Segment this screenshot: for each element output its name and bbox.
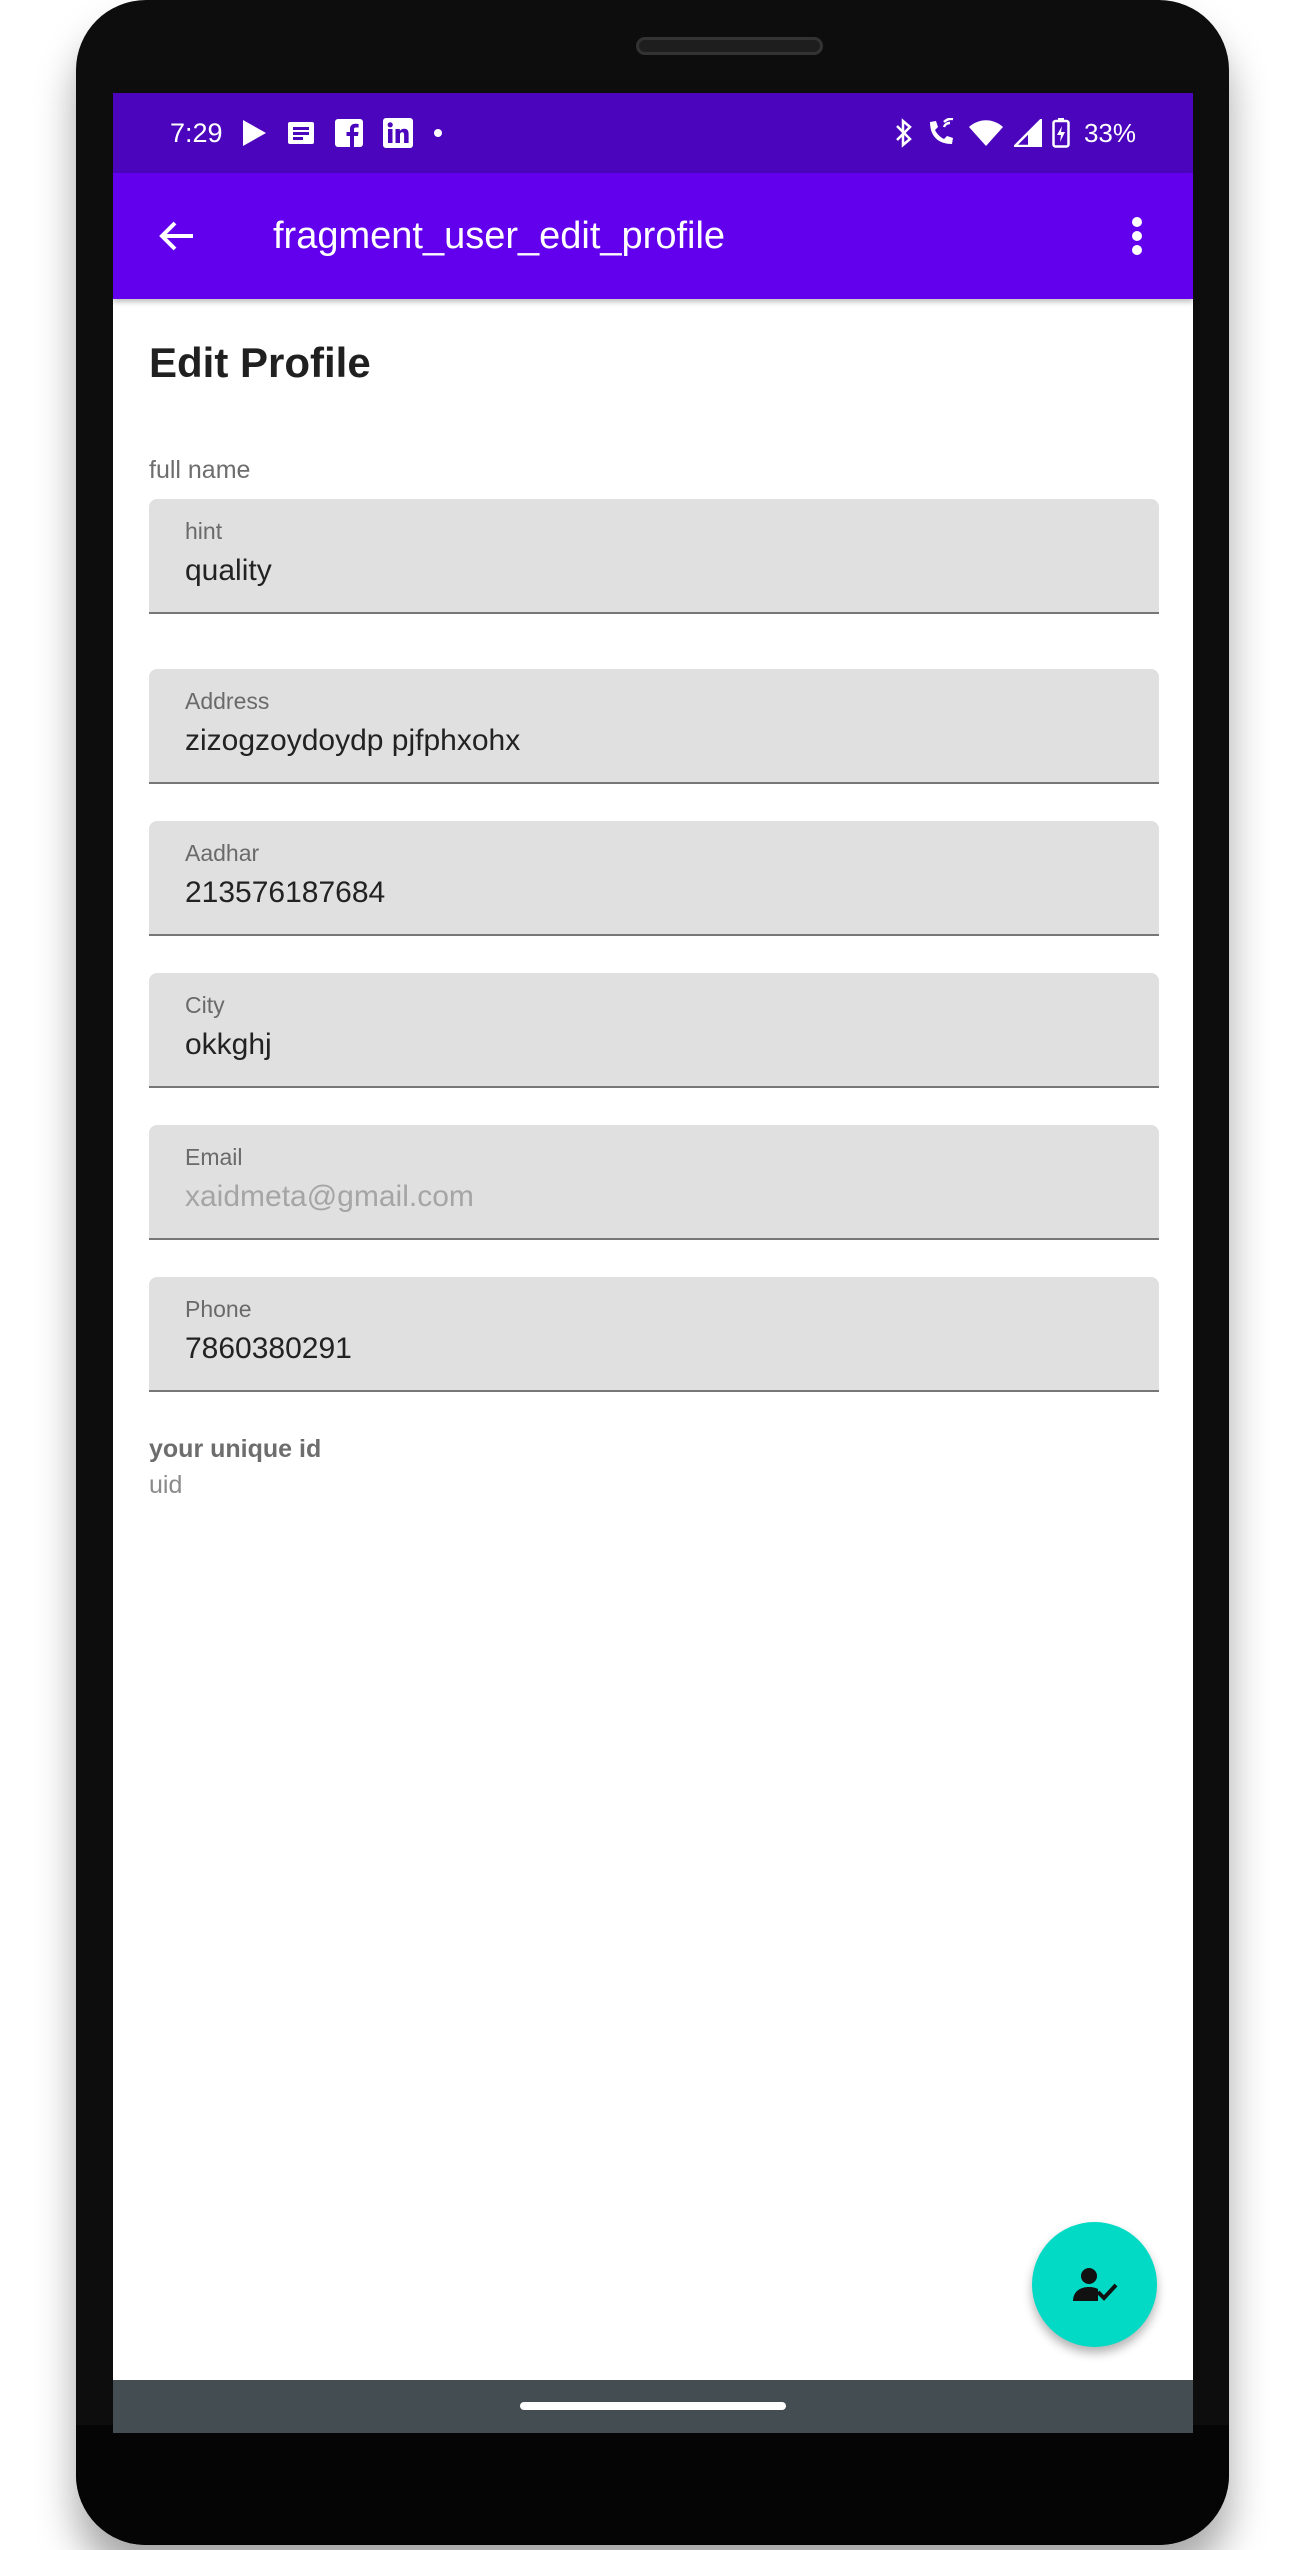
back-button[interactable] <box>145 204 209 268</box>
notification-icons <box>241 93 443 173</box>
system-status-icons: 33% <box>892 93 1136 173</box>
uid-caption: your unique id <box>149 1435 322 1463</box>
phone-frame: 7:29 33% fragment_user_edit_profile Edit… <box>76 0 1229 2545</box>
more-vert-icon <box>1132 217 1142 255</box>
battery-percent: 33% <box>1083 117 1136 148</box>
city-field[interactable]: City okkghj <box>149 973 1159 1088</box>
field-value: 213576187684 <box>185 876 386 909</box>
aadhar-field[interactable]: Aadhar 213576187684 <box>149 821 1159 936</box>
bluetooth-icon <box>892 118 916 148</box>
wifi-calling-icon <box>926 118 958 148</box>
overflow-menu-button[interactable] <box>1105 204 1169 268</box>
full-name-field[interactable]: hint quality <box>149 499 1159 614</box>
status-bar: 7:29 33% <box>113 93 1193 173</box>
field-value: 7860380291 <box>185 1332 352 1365</box>
full-name-caption: full name <box>149 456 251 484</box>
field-label: Aadhar <box>185 840 260 866</box>
field-label: hint <box>185 518 223 544</box>
field-value: quality <box>185 554 272 587</box>
navigation-bar <box>113 2380 1193 2433</box>
arrow-back-icon <box>159 221 193 251</box>
linkedin-icon <box>383 118 413 148</box>
field-label: Phone <box>185 1296 252 1322</box>
phone-field[interactable]: Phone 7860380291 <box>149 1277 1159 1392</box>
save-profile-fab[interactable] <box>1032 2222 1157 2347</box>
battery-charging-icon <box>1052 118 1070 148</box>
email-field[interactable]: Email xaidmeta@gmail.com <box>149 1125 1159 1240</box>
phone-chin <box>76 2425 1229 2545</box>
field-value: xaidmeta@gmail.com <box>185 1180 474 1213</box>
app-bar-title: fragment_user_edit_profile <box>273 215 726 257</box>
home-gesture-handle[interactable] <box>520 2402 786 2410</box>
dot-icon <box>433 128 443 138</box>
news-icon <box>287 121 315 145</box>
field-value: zizogzoydoydp pjfphxohx <box>185 724 521 757</box>
screen: 7:29 33% fragment_user_edit_profile Edit… <box>113 93 1193 2433</box>
field-label: City <box>185 992 225 1018</box>
field-label: Address <box>185 688 270 714</box>
play-store-icon <box>241 119 267 147</box>
uid-value: uid <box>149 1471 183 1499</box>
app-bar: fragment_user_edit_profile <box>113 173 1193 299</box>
person-check-icon <box>1072 2267 1117 2301</box>
status-time: 7:29 <box>170 118 223 148</box>
field-label: Email <box>185 1144 243 1170</box>
facebook-icon <box>335 119 363 147</box>
phone-speaker <box>636 37 823 55</box>
wifi-icon <box>968 119 1004 147</box>
field-value: okkghj <box>185 1028 272 1061</box>
address-field[interactable]: Address zizogzoydoydp pjfphxohx <box>149 669 1159 784</box>
page-title: Edit Profile <box>149 339 371 386</box>
signal-icon <box>1013 119 1042 147</box>
